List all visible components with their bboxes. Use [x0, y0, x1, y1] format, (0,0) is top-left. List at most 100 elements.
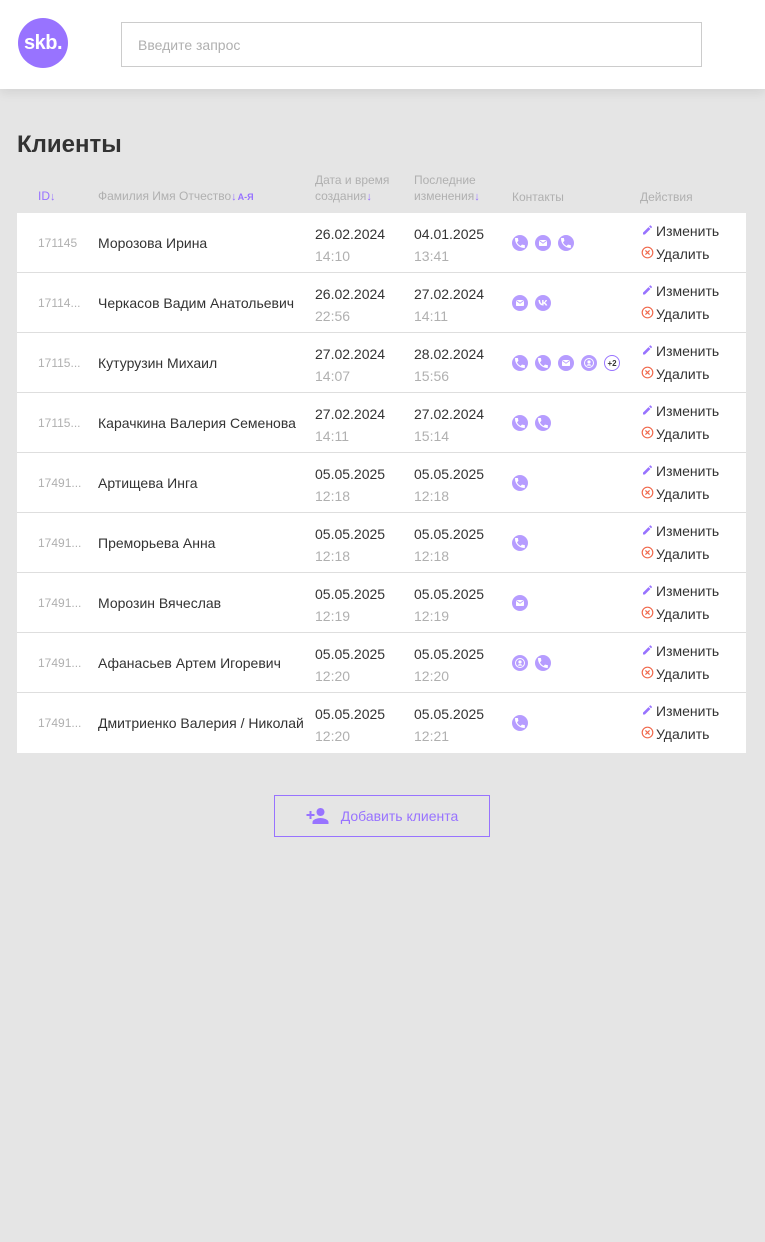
sort-updated-header[interactable]: Последние изменения↓	[414, 172, 480, 205]
phone-contact-icon[interactable]	[512, 715, 528, 731]
delete-button[interactable]: Удалить	[641, 483, 719, 506]
mail-contact-icon[interactable]	[512, 595, 528, 611]
updated-date: 05.05.2025	[414, 466, 485, 482]
created-datetime: 05.05.2025 12:18	[315, 523, 385, 567]
updated-time: 12:20	[414, 668, 450, 684]
row-actions: Изменить Удалить	[641, 220, 719, 266]
arrow-down-icon: ↓	[50, 191, 56, 203]
table-header: ID↓ Фамилия Имя Отчество↓А-Я Дата и врем…	[17, 170, 746, 213]
client-id: 17491...	[38, 536, 82, 550]
created-date: 05.05.2025	[315, 526, 386, 542]
updated-date: 27.02.2024	[414, 406, 485, 422]
edit-button[interactable]: Изменить	[641, 700, 719, 723]
table-row: 17115... Кутурузин Михаил 27.02.2024 14:07 2…	[17, 333, 746, 393]
client-name: Морозова Ирина	[98, 234, 208, 251]
edit-button[interactable]: Изменить	[641, 580, 719, 603]
created-datetime: 27.02.2024 14:11	[315, 403, 385, 447]
edit-button[interactable]: Изменить	[641, 400, 719, 423]
client-name: Морозин Вячеслав	[98, 594, 222, 611]
phone-contact-icon[interactable]	[535, 355, 551, 371]
delete-button[interactable]: Удалить	[641, 303, 719, 326]
edit-button[interactable]: Изменить	[641, 340, 719, 363]
created-time: 12:20	[315, 728, 351, 744]
add-user-icon	[306, 808, 329, 824]
row-actions: Изменить Удалить	[641, 340, 719, 386]
mail-contact-icon[interactable]	[558, 355, 574, 371]
table-row: 17114... Черкасов Вадим Анатольевич 26.02.…	[17, 273, 746, 333]
created-date: 27.02.2024	[315, 346, 386, 362]
client-id: 17491...	[38, 716, 82, 730]
sort-fio-header[interactable]: Фамилия Имя Отчество↓А-Я	[98, 188, 254, 205]
delete-label: Удалить	[656, 366, 710, 382]
delete-button[interactable]: Удалить	[641, 663, 719, 686]
edit-label: Изменить	[656, 343, 720, 359]
edit-label: Изменить	[656, 403, 720, 419]
sort-created-header[interactable]: Дата и время создания↓	[315, 172, 389, 205]
delete-button[interactable]: Удалить	[641, 423, 719, 446]
mail-contact-icon[interactable]	[535, 235, 551, 251]
pencil-icon	[641, 460, 656, 483]
updated-datetime: 27.02.2024 14:11	[414, 283, 484, 327]
delete-button[interactable]: Удалить	[641, 723, 719, 746]
updated-date: 04.01.2025	[414, 226, 485, 242]
edit-button[interactable]: Изменить	[641, 220, 719, 243]
pencil-icon	[641, 700, 656, 723]
search-input[interactable]	[121, 22, 702, 67]
sort-id-header[interactable]: ID↓	[38, 188, 56, 205]
created-time: 12:18	[315, 488, 351, 504]
table-row: 17115... Карачкина Валерия Семенова 27.02.…	[17, 393, 746, 453]
created-time: 22:56	[315, 308, 351, 324]
contacts-list	[512, 213, 574, 273]
more-contacts-button[interactable]: +2	[604, 355, 620, 371]
updated-date: 28.02.2024	[414, 346, 485, 362]
phone-contact-icon[interactable]	[512, 475, 528, 491]
delete-button[interactable]: Удалить	[641, 363, 719, 386]
edit-button[interactable]: Изменить	[641, 520, 719, 543]
contacts-list	[512, 513, 528, 573]
phone-contact-icon[interactable]	[512, 235, 528, 251]
phone-contact-icon[interactable]	[558, 235, 574, 251]
client-id: 17491...	[38, 596, 82, 610]
phone-contact-icon[interactable]	[512, 415, 528, 431]
updated-time: 12:18	[414, 488, 450, 504]
arrow-down-icon: ↓	[231, 191, 237, 203]
phone-contact-icon[interactable]	[535, 415, 551, 431]
edit-button[interactable]: Изменить	[641, 280, 719, 303]
client-id: 171145	[38, 236, 78, 250]
phone-contact-icon[interactable]	[512, 355, 528, 371]
edit-button[interactable]: Изменить	[641, 460, 719, 483]
delete-label: Удалить	[656, 546, 710, 562]
user-contact-icon[interactable]	[512, 655, 528, 671]
updated-date: 05.05.2025	[414, 586, 485, 602]
created-datetime: 26.02.2024 14:10	[315, 223, 385, 267]
created-date: 05.05.2025	[315, 586, 386, 602]
vk-contact-icon[interactable]	[535, 295, 551, 311]
edit-button[interactable]: Изменить	[641, 640, 719, 663]
user-contact-icon[interactable]	[581, 355, 597, 371]
delete-label: Удалить	[656, 486, 710, 502]
phone-contact-icon[interactable]	[512, 535, 528, 551]
updated-date: 05.05.2025	[414, 526, 485, 542]
phone-contact-icon[interactable]	[535, 655, 551, 671]
client-name: Кутурузин Михаил	[98, 354, 218, 371]
delete-circle-icon	[641, 423, 656, 446]
created-time: 12:19	[315, 608, 351, 624]
updated-time: 13:41	[414, 248, 450, 264]
delete-button[interactable]: Удалить	[641, 243, 719, 266]
updated-time: 12:21	[414, 728, 450, 744]
created-date: 27.02.2024	[315, 406, 386, 422]
pencil-icon	[641, 280, 656, 303]
delete-button[interactable]: Удалить	[641, 543, 719, 566]
delete-circle-icon	[641, 243, 656, 266]
updated-time: 14:11	[414, 308, 448, 324]
page-title: Клиенты	[17, 131, 122, 158]
created-datetime: 26.02.2024 22:56	[315, 283, 385, 327]
client-name: Преморьева Анна	[98, 534, 216, 551]
table-row: 17491... Морозин Вячеслав 05.05.2025 12:19 0…	[17, 573, 746, 633]
add-client-button[interactable]: Добавить клиента	[274, 795, 490, 837]
mail-contact-icon[interactable]	[512, 295, 528, 311]
contacts-list	[512, 573, 528, 633]
client-id: 17115...	[38, 416, 81, 430]
client-id: 17115...	[38, 356, 81, 370]
delete-button[interactable]: Удалить	[641, 603, 719, 626]
